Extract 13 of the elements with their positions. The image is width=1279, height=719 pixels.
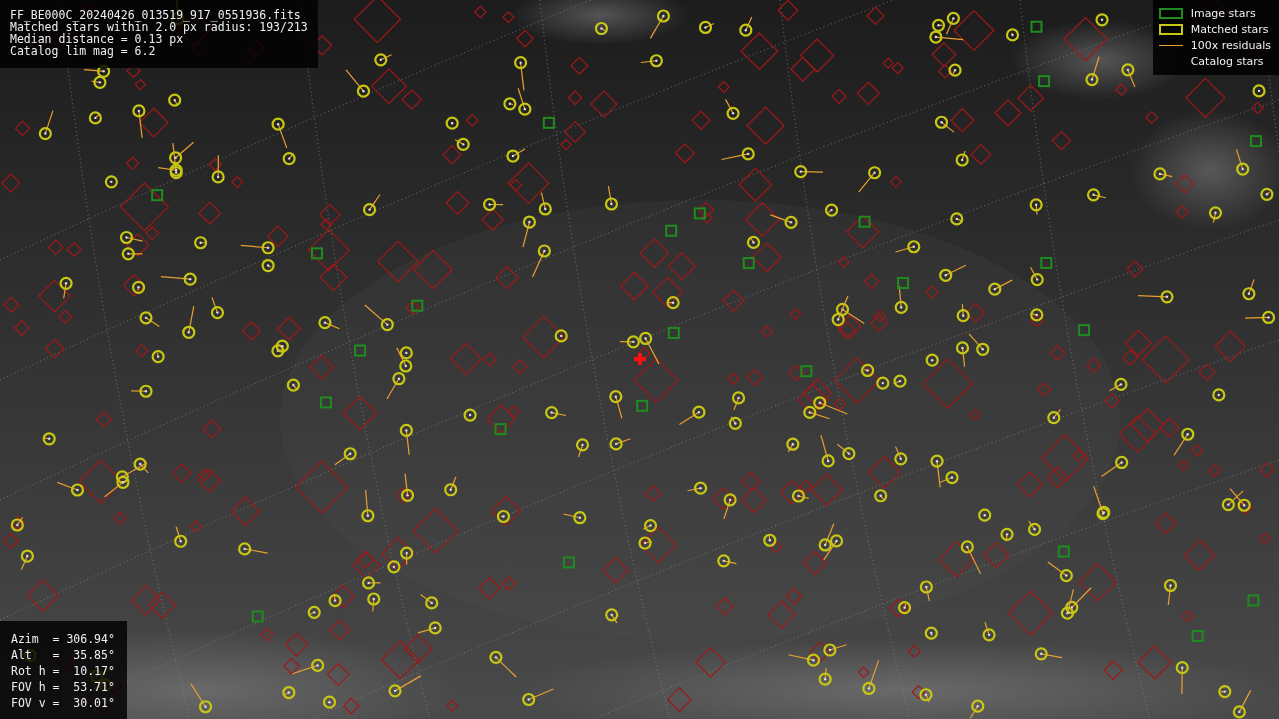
info-text: Median distance = 0.13 px (10, 33, 184, 45)
info-text: Catalog lim mag = 6.2 (10, 45, 157, 57)
pointing-text: FOV h = 53.71° (11, 679, 115, 695)
legend-label: Catalog stars (1190, 55, 1264, 68)
legend-label: Matched stars (1190, 23, 1269, 36)
legend-label: Image stars (1190, 7, 1256, 20)
pointing-text: Alt = 35.85° (11, 647, 115, 663)
info-text: FF_BE000C_20240426_013519_917_0551936.fits (10, 9, 302, 21)
pointing-text: Rot h = 10.17° (11, 663, 115, 679)
pointing-text: FOV v = 30.01° (11, 695, 115, 711)
legend-label: 100x residuals (1190, 39, 1271, 52)
pointing-text: Azim = 306.94° (11, 631, 115, 647)
info-text: Matched stars within 2.0 px radius: 193/213 (10, 21, 308, 33)
